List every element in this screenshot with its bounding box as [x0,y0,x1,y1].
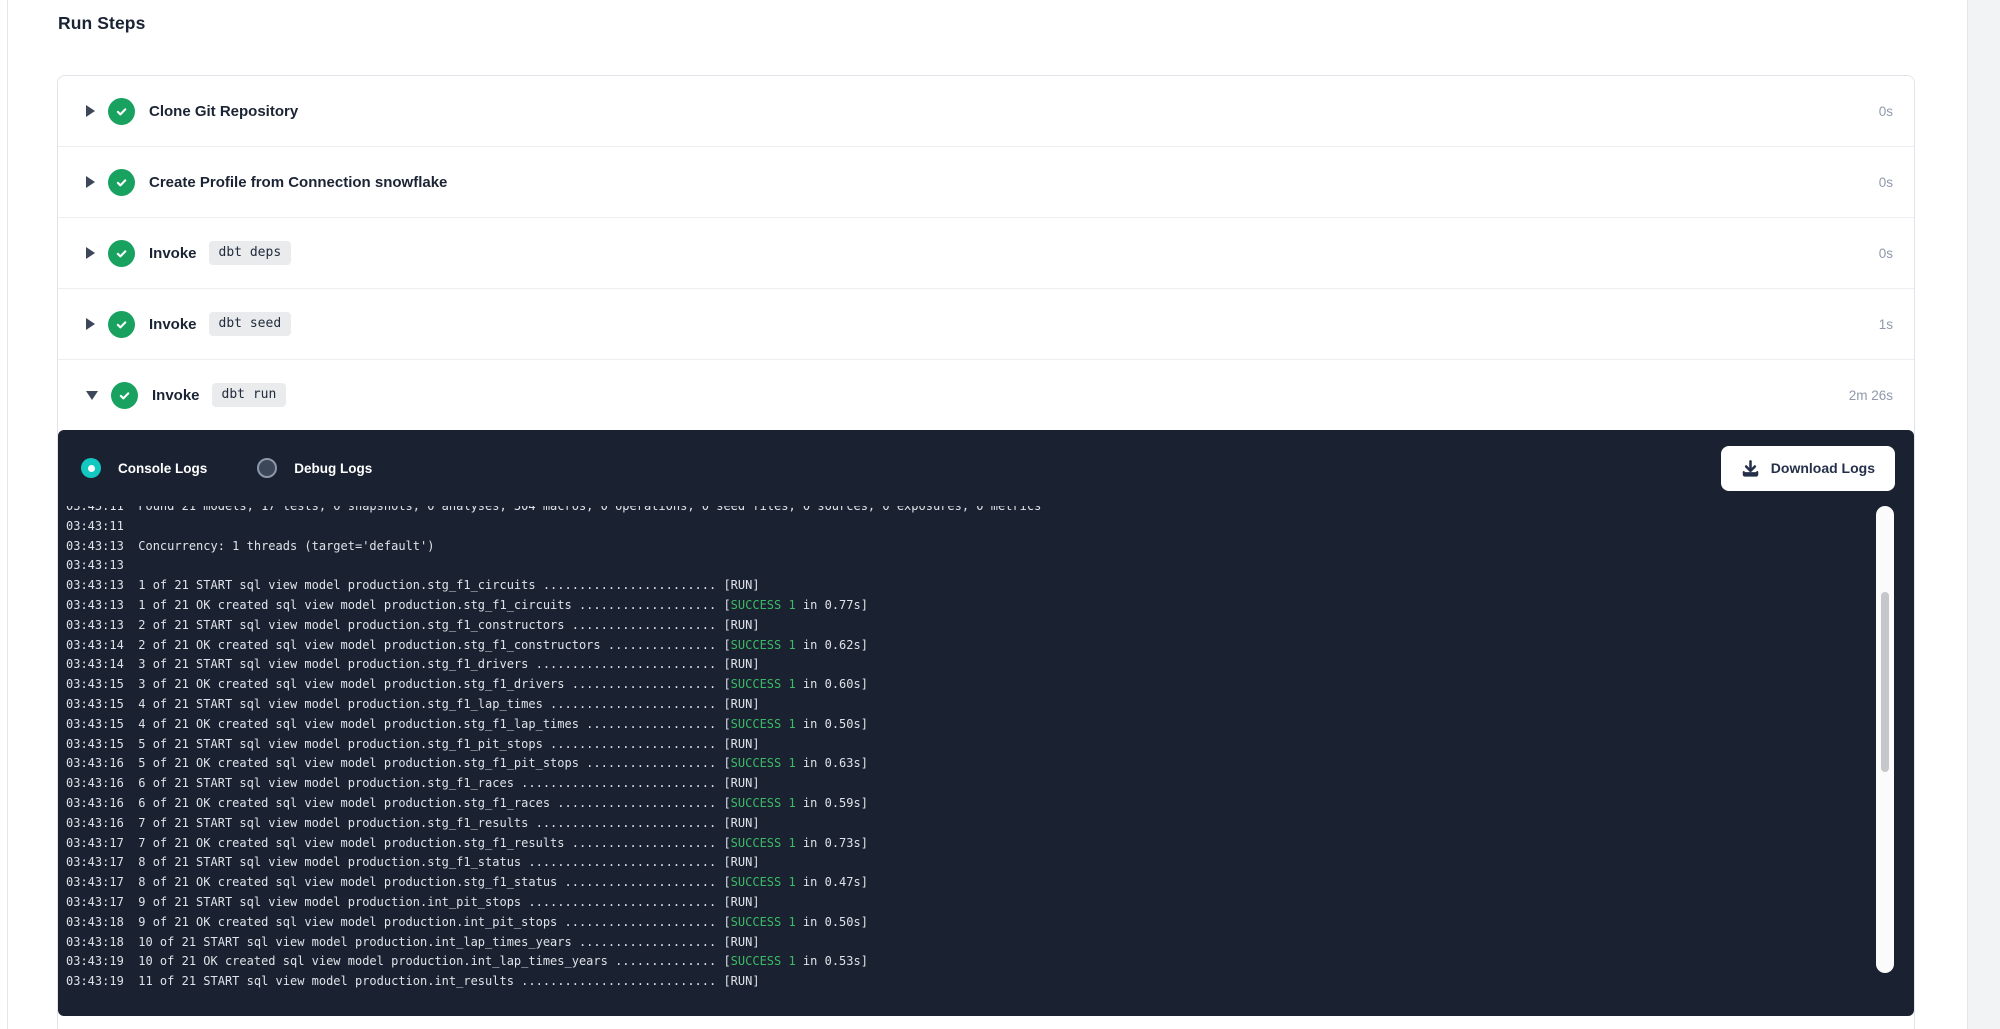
chevron-right-icon[interactable] [86,176,95,188]
step-duration: 0s [1879,104,1893,119]
log-line: 03:43:13 Concurrency: 1 threads (target=… [66,537,1878,557]
page-right-gutter [1967,0,2000,1029]
log-line: 03:43:19 11 of 21 START sql view model p… [66,972,1878,992]
chevron-right-icon[interactable] [86,105,95,117]
debug-logs-radio[interactable]: Debug Logs [257,458,372,478]
log-line: 03:43:16 7 of 21 START sql view model pr… [66,814,1878,834]
log-line: 03:43:16 6 of 21 OK created sql view mod… [66,794,1878,814]
step-label: Clone Git Repository [149,103,298,120]
radio-selected-icon[interactable] [81,458,101,478]
download-logs-button[interactable]: Download Logs [1721,446,1895,491]
step-label: Invoke [152,387,200,404]
log-success-text: SUCCESS 1 [731,836,796,850]
log-line: 03:43:17 8 of 21 OK created sql view mod… [66,873,1878,893]
log-line: 03:43:18 9 of 21 OK created sql view mod… [66,913,1878,933]
log-success-text: SUCCESS 1 [731,717,796,731]
step-code-badge: dbt deps [209,241,292,265]
log-success-text: SUCCESS 1 [731,915,796,929]
log-line: 03:43:19 10 of 21 OK created sql view mo… [66,952,1878,972]
log-content: 03:43:11 Found 21 models, 17 tests, 0 sn… [66,506,1878,992]
console-header: Console Logs Debug Logs Download Logs [58,430,1914,485]
log-success-text: SUCCESS 1 [731,796,796,810]
log-success-text: SUCCESS 1 [731,875,796,889]
log-viewport[interactable]: 03:43:11 Found 21 models, 17 tests, 0 sn… [58,506,1878,1016]
step-row[interactable]: Invoke dbt seed 1s [58,289,1914,360]
chevron-right-icon[interactable] [86,247,95,259]
log-line: 03:43:17 8 of 21 START sql view model pr… [66,853,1878,873]
steps-container: Clone Git Repository0sCreate Profile fro… [58,76,1914,430]
step-duration: 2m 26s [1849,388,1893,403]
log-line: 03:43:16 5 of 21 OK created sql view mod… [66,754,1878,774]
step-label: Create Profile from Connection snowflake [149,174,447,191]
chevron-down-icon[interactable] [86,391,98,400]
page-title: Run Steps [58,13,145,34]
log-line: 03:43:15 5 of 21 START sql view model pr… [66,735,1878,755]
log-line: 03:43:14 3 of 21 START sql view model pr… [66,655,1878,675]
log-line: 03:43:18 10 of 21 START sql view model p… [66,933,1878,953]
page-left-border [7,0,8,1029]
step-row[interactable]: Invoke dbt run 2m 26s [58,360,1914,430]
step-row[interactable]: Clone Git Repository 0s [58,76,1914,147]
step-duration: 0s [1879,175,1893,190]
step-row[interactable]: Invoke dbt deps 0s [58,218,1914,289]
download-logs-label: Download Logs [1771,460,1875,476]
success-check-icon [111,382,138,409]
run-steps-card: Clone Git Repository0sCreate Profile fro… [57,75,1915,1029]
log-line: 03:43:15 4 of 21 START sql view model pr… [66,695,1878,715]
log-line: 03:43:13 2 of 21 START sql view model pr… [66,616,1878,636]
step-code-badge: dbt run [212,383,287,407]
success-check-icon [108,311,135,338]
log-success-text: SUCCESS 1 [731,638,796,652]
step-duration: 1s [1879,317,1893,332]
log-line: 03:43:13 [66,556,1878,576]
console-logs-radio[interactable]: Console Logs [81,458,207,478]
step-duration: 0s [1879,246,1893,261]
log-success-text: SUCCESS 1 [731,756,796,770]
step-label: Invoke [149,316,197,333]
log-line: 03:43:15 3 of 21 OK created sql view mod… [66,675,1878,695]
log-success-text: SUCCESS 1 [731,598,796,612]
step-code-badge: dbt seed [209,312,292,336]
debug-logs-label: Debug Logs [294,461,372,476]
console-panel: Console Logs Debug Logs Download Logs [58,430,1914,1016]
success-check-icon [108,240,135,267]
download-icon [1741,459,1760,478]
log-line: 03:43:11 Found 21 models, 17 tests, 0 sn… [66,506,1878,517]
chevron-right-icon[interactable] [86,318,95,330]
log-line: 03:43:16 6 of 21 START sql view model pr… [66,774,1878,794]
console-logs-label: Console Logs [118,461,207,476]
log-line: 03:43:14 2 of 21 OK created sql view mod… [66,636,1878,656]
step-label: Invoke [149,245,197,262]
log-line: 03:43:15 4 of 21 OK created sql view mod… [66,715,1878,735]
log-line: 03:43:13 1 of 21 OK created sql view mod… [66,596,1878,616]
success-check-icon [108,98,135,125]
run-steps-page: Run Steps Clone Git Repository0sCreate P… [0,0,2000,1029]
log-type-radio-group: Console Logs Debug Logs [81,458,372,478]
log-scrollbar-track[interactable] [1876,506,1894,973]
step-row[interactable]: Create Profile from Connection snowflake… [58,147,1914,218]
log-line: 03:43:13 1 of 21 START sql view model pr… [66,576,1878,596]
radio-unselected-icon[interactable] [257,458,277,478]
success-check-icon [108,169,135,196]
log-scrollbar-thumb[interactable] [1881,592,1889,772]
log-line: 03:43:17 9 of 21 START sql view model pr… [66,893,1878,913]
log-success-text: SUCCESS 1 [731,954,796,968]
log-line: 03:43:11 [66,517,1878,537]
log-line: 03:43:17 7 of 21 OK created sql view mod… [66,834,1878,854]
log-success-text: SUCCESS 1 [731,677,796,691]
